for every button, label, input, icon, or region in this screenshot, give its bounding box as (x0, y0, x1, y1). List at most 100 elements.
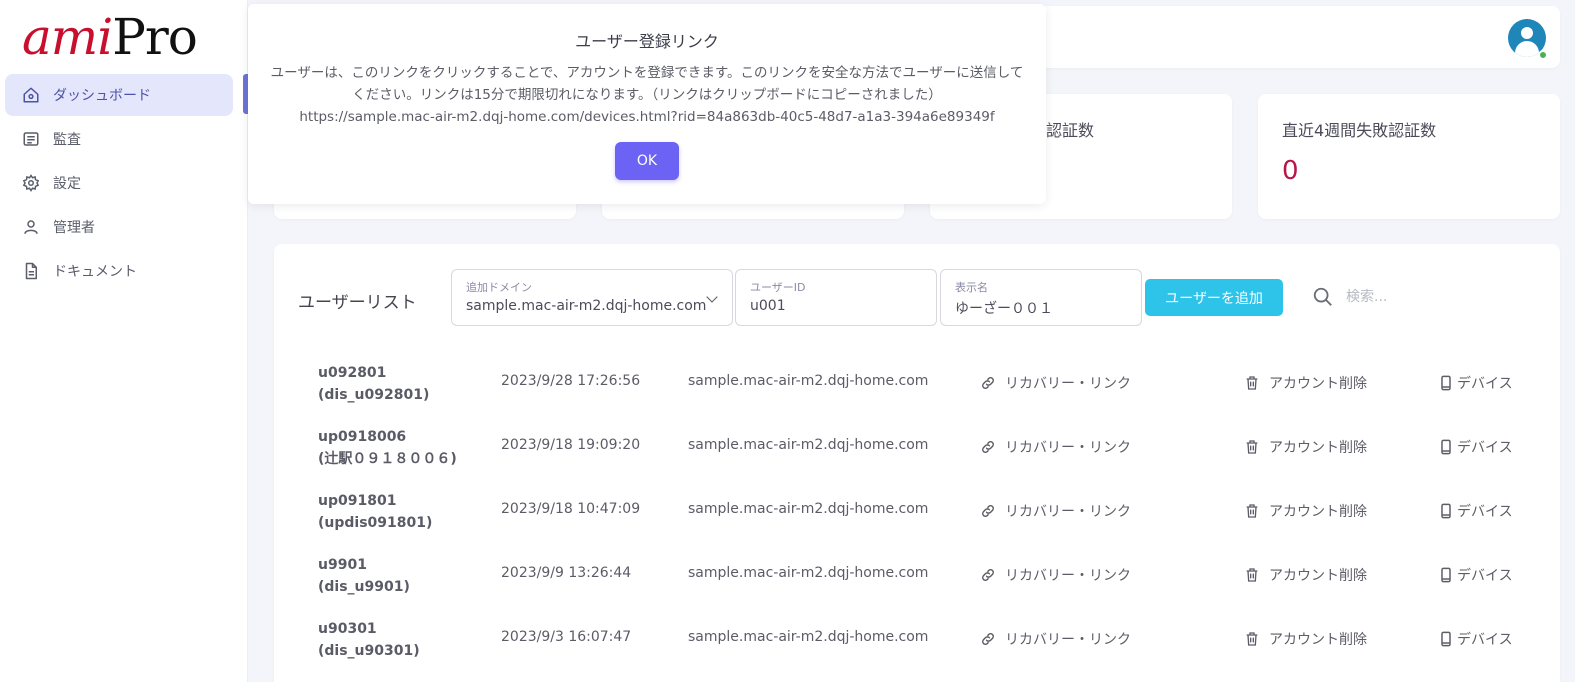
sidebar-nav: ダッシュボード 監査 設定 管理者 ドキュメント (5, 74, 233, 294)
recovery-link-label: リカバリー・リンク (1005, 440, 1131, 456)
list-icon (21, 129, 41, 149)
delete-account-action[interactable]: アカウント削除 (1244, 629, 1367, 649)
stat-card-value: 0 (1282, 156, 1299, 186)
sidebar-item-audit[interactable]: 監査 (5, 118, 233, 160)
sidebar: amiPro ダッシュボード 監査 設定 管理者 ドキュメント (0, 0, 248, 682)
table-row: u90301 (dis_u90301) 2023/9/3 16:07:47 sam… (274, 618, 1560, 682)
table-row: up0918006 (辻駅０９１８００６) 2023/9/18 19:09:20 … (274, 426, 1560, 490)
ok-button[interactable]: OK (615, 142, 679, 180)
sidebar-item-label: ドキュメント (53, 264, 137, 280)
link-icon (982, 569, 994, 581)
delete-account-action[interactable]: アカウント削除 (1244, 565, 1367, 585)
user-id-text: u092801 (318, 365, 387, 381)
search-icon[interactable] (1312, 286, 1334, 308)
sidebar-item-label: 監査 (53, 132, 81, 148)
chevron-down-icon (706, 291, 718, 303)
dialog-message-text: ユーザーは、このリンクをクリックすることで、アカウントを登録できます。このリンク… (270, 65, 1024, 103)
device-action[interactable]: デバイス (1438, 501, 1513, 521)
table-row: u9901 (dis_u9901) 2023/9/9 13:26:44 sampl… (274, 554, 1560, 618)
user-id-label: ユーザーID (750, 281, 806, 294)
user-list-panel: ユーザーリスト 追加ドメイン sample.mac-air-m2.dqj-hom… (274, 244, 1560, 682)
stat-card-label: 認証数 (1046, 121, 1095, 140)
domain-select[interactable]: 追加ドメイン sample.mac-air-m2.dqj-home.com (451, 269, 733, 326)
user-id-cell[interactable]: u092801 (dis_u092801) (318, 362, 429, 406)
sidebar-item-admin[interactable]: 管理者 (5, 206, 233, 248)
link-icon (982, 633, 994, 645)
domain-select-value: sample.mac-air-m2.dqj-home.com (466, 298, 707, 314)
document-icon (21, 261, 41, 281)
dialog-title: ユーザー登録リンク (575, 32, 719, 51)
user-id-text: up0918006 (318, 429, 407, 445)
device-label: デバイス (1457, 568, 1513, 584)
user-id-cell[interactable]: u90301 (dis_u90301) (318, 618, 420, 662)
domain-cell: sample.mac-air-m2.dqj-home.com (688, 501, 929, 517)
delete-account-label: アカウント削除 (1269, 504, 1367, 520)
delete-account-action[interactable]: アカウント削除 (1244, 437, 1367, 457)
table-row: u092801 (dis_u092801) 2023/9/28 17:26:56 … (274, 362, 1560, 426)
phone-icon (1441, 631, 1451, 647)
device-label: デバイス (1457, 440, 1513, 456)
sidebar-item-settings[interactable]: 設定 (5, 162, 233, 204)
sidebar-item-dashboard[interactable]: ダッシュボード (5, 74, 233, 116)
trash-icon (1246, 632, 1258, 646)
display-name-value: ゆーざー００１ (955, 301, 1053, 317)
user-display-text: (辻駅０９１８００６) (318, 451, 457, 467)
delete-account-label: アカウント削除 (1269, 568, 1367, 584)
delete-account-label: アカウント削除 (1269, 440, 1367, 456)
logo-pro: Pro (112, 8, 198, 66)
device-action[interactable]: デバイス (1438, 565, 1513, 585)
display-name-field[interactable]: 表示名 ゆーざー００１ (940, 269, 1142, 326)
display-name-label: 表示名 (955, 281, 988, 294)
domain-cell: sample.mac-air-m2.dqj-home.com (688, 437, 929, 453)
user-display-text: (updis091801) (318, 515, 433, 531)
stat-card-label: 直近4週間失敗認証数 (1282, 121, 1437, 140)
recovery-link-action[interactable]: リカバリー・リンク (980, 629, 1131, 649)
phone-icon (1441, 503, 1451, 519)
date-cell: 2023/9/9 13:26:44 (501, 565, 632, 581)
user-id-field[interactable]: ユーザーID u001 (735, 269, 937, 326)
date-cell: 2023/9/18 10:47:09 (501, 501, 641, 517)
delete-account-label: アカウント削除 (1269, 376, 1367, 392)
home-icon (21, 85, 41, 105)
user-id-cell[interactable]: u9901 (dis_u9901) (318, 554, 410, 598)
dialog-message: ユーザーは、このリンクをクリックすることで、アカウントを登録できます。このリンク… (267, 62, 1027, 128)
domain-cell: sample.mac-air-m2.dqj-home.com (688, 629, 929, 645)
delete-account-label: アカウント削除 (1269, 632, 1367, 648)
link-icon (982, 505, 994, 517)
add-user-button[interactable]: ユーザーを追加 (1145, 279, 1283, 316)
recovery-link-action[interactable]: リカバリー・リンク (980, 437, 1131, 457)
user-id-text: u90301 (318, 621, 377, 637)
date-cell: 2023/9/28 17:26:56 (501, 373, 641, 389)
gear-icon (21, 173, 41, 193)
trash-icon (1246, 440, 1258, 454)
sidebar-item-documents[interactable]: ドキュメント (5, 250, 233, 292)
search-input[interactable] (1346, 284, 1526, 310)
user-id-cell[interactable]: up091801 (updis091801) (318, 490, 432, 534)
user-id-cell[interactable]: up0918006 (辻駅０９１８００６) (318, 426, 457, 470)
app-logo[interactable]: amiPro (22, 8, 198, 66)
online-status-dot (1538, 50, 1548, 60)
user-icon (21, 217, 41, 237)
table-row: up091801 (updis091801) 2023/9/18 10:47:09… (274, 490, 1560, 554)
user-list-title: ユーザーリスト (298, 293, 417, 313)
sidebar-item-label: 設定 (53, 176, 81, 192)
trash-icon (1246, 376, 1258, 390)
phone-icon (1441, 439, 1451, 455)
device-action[interactable]: デバイス (1438, 437, 1513, 457)
device-action[interactable]: デバイス (1438, 629, 1513, 649)
delete-account-action[interactable]: アカウント削除 (1244, 501, 1367, 521)
user-display-text: (dis_u90301) (318, 643, 420, 659)
recovery-link-action[interactable]: リカバリー・リンク (980, 373, 1131, 393)
recovery-link-action[interactable]: リカバリー・リンク (980, 565, 1131, 585)
sidebar-item-label: ダッシュボード (53, 88, 151, 104)
registration-link-dialog: ユーザー登録リンク ユーザーは、このリンクをクリックすることで、アカウントを登録… (248, 4, 1046, 204)
device-action[interactable]: デバイス (1438, 373, 1513, 393)
link-icon (982, 441, 994, 453)
user-id-text: up091801 (318, 493, 397, 509)
recovery-link-action[interactable]: リカバリー・リンク (980, 501, 1131, 521)
delete-account-action[interactable]: アカウント削除 (1244, 373, 1367, 393)
avatar-body (1515, 41, 1539, 57)
phone-icon (1441, 375, 1451, 391)
link-icon (982, 377, 994, 389)
recovery-link-label: リカバリー・リンク (1005, 376, 1131, 392)
